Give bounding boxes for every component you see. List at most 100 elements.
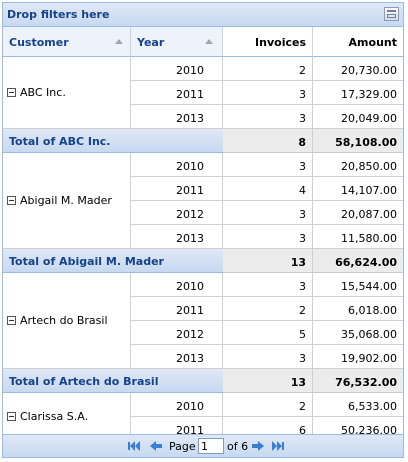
year-value: 2010 bbox=[176, 160, 204, 173]
amount-value: 20,049.00 bbox=[341, 112, 397, 125]
last-page-icon[interactable] bbox=[271, 440, 285, 452]
customer-name: Clarissa S.A. bbox=[20, 410, 89, 423]
customer-name: ABC Inc. bbox=[20, 86, 66, 99]
customer-cell: Abigail M. Mader bbox=[3, 153, 131, 249]
column-header-customer[interactable]: Customer bbox=[3, 27, 131, 57]
previous-page-icon[interactable] bbox=[149, 440, 163, 452]
amount-value: 15,544.00 bbox=[341, 280, 397, 293]
collapse-icon[interactable] bbox=[7, 88, 16, 97]
total-invoices-cell: 13 bbox=[223, 249, 313, 273]
column-header-invoices[interactable]: Invoices bbox=[223, 27, 313, 57]
total-amount-cell: 76,532.00 bbox=[313, 369, 403, 393]
year-value: 2011 bbox=[176, 88, 204, 101]
amount-cell: 11,580.00 bbox=[313, 225, 403, 249]
total-amount-value: 76,532.00 bbox=[335, 376, 397, 389]
year-cell: 2011 bbox=[131, 297, 223, 321]
year-cell: 2010 bbox=[131, 57, 223, 81]
first-page-icon[interactable] bbox=[127, 440, 141, 452]
invoices-cell: 4 bbox=[223, 177, 313, 201]
page-label: Page bbox=[169, 440, 196, 453]
column-header-year[interactable]: Year bbox=[131, 27, 223, 57]
amount-cell: 20,087.00 bbox=[313, 201, 403, 225]
amount-value: 11,580.00 bbox=[341, 232, 397, 245]
year-value: 2010 bbox=[176, 400, 204, 413]
year-value: 2013 bbox=[176, 112, 204, 125]
collapse-icon[interactable] bbox=[7, 412, 16, 421]
amount-value: 20,087.00 bbox=[341, 208, 397, 221]
filter-drop-label: Drop filters here bbox=[7, 8, 110, 21]
invoices-value: 3 bbox=[299, 352, 306, 365]
year-cell: 2012 bbox=[131, 321, 223, 345]
year-value: 2011 bbox=[176, 304, 204, 317]
year-cell: 2011 bbox=[131, 81, 223, 105]
year-cell: 2010 bbox=[131, 153, 223, 177]
year-cell: 2012 bbox=[131, 201, 223, 225]
page-count-label: of 6 bbox=[227, 440, 249, 453]
amount-value: 19,902.00 bbox=[341, 352, 397, 365]
group-total-row: Total of ABC Inc. 8 58,108.00 bbox=[3, 129, 403, 153]
group-total-row: Total of Abigail M. Mader 13 66,624.00 bbox=[3, 249, 403, 273]
pivot-grid: Drop filters here Customer Year Invoices… bbox=[2, 2, 404, 458]
year-value: 2010 bbox=[176, 64, 204, 77]
column-header-amount[interactable]: Amount bbox=[313, 27, 403, 57]
total-amount-value: 66,624.00 bbox=[335, 256, 397, 269]
total-amount-cell: 66,624.00 bbox=[313, 249, 403, 273]
year-cell: 2010 bbox=[131, 273, 223, 297]
total-amount-cell: 58,108.00 bbox=[313, 129, 403, 153]
year-value: 2013 bbox=[176, 352, 204, 365]
group-toggle[interactable]: Clarissa S.A. bbox=[7, 410, 88, 423]
filter-drop-zone[interactable]: Drop filters here bbox=[3, 3, 403, 27]
invoices-cell: 3 bbox=[223, 81, 313, 105]
amount-value: 17,329.00 bbox=[341, 88, 397, 101]
amount-cell: 6,533.00 bbox=[313, 393, 403, 417]
sort-icon[interactable] bbox=[115, 39, 123, 44]
customer-cell: ABC Inc. bbox=[3, 57, 131, 129]
group-total-label-cell: Total of Artech do Brasil bbox=[3, 369, 223, 393]
invoices-value: 2 bbox=[299, 304, 306, 317]
amount-cell: 20,049.00 bbox=[313, 105, 403, 129]
amount-cell: 17,329.00 bbox=[313, 81, 403, 105]
amount-value: 35,068.00 bbox=[341, 328, 397, 341]
year-cell: 2013 bbox=[131, 105, 223, 129]
group-toggle[interactable]: Abigail M. Mader bbox=[7, 194, 112, 207]
customer-name: Abigail M. Mader bbox=[20, 194, 112, 207]
invoices-cell: 3 bbox=[223, 273, 313, 297]
invoices-value: 3 bbox=[299, 208, 306, 221]
sort-icon[interactable] bbox=[205, 39, 213, 44]
year-cell: 2013 bbox=[131, 225, 223, 249]
year-cell: 2011 bbox=[131, 177, 223, 201]
column-header-customer-label: Customer bbox=[9, 36, 69, 49]
total-invoices-value: 8 bbox=[298, 136, 306, 149]
collapse-icon[interactable] bbox=[7, 196, 16, 205]
amount-value: 6,018.00 bbox=[348, 304, 397, 317]
amount-cell: 15,544.00 bbox=[313, 273, 403, 297]
group-total-label-cell: Total of Abigail M. Mader bbox=[3, 249, 223, 273]
group-toggle[interactable]: Artech do Brasil bbox=[7, 314, 108, 327]
page-number-input[interactable] bbox=[198, 438, 224, 454]
invoices-value: 3 bbox=[299, 160, 306, 173]
group-toggle[interactable]: ABC Inc. bbox=[7, 86, 66, 99]
collapse-icon[interactable] bbox=[7, 316, 16, 325]
group-total-label: Total of ABC Inc. bbox=[9, 135, 111, 148]
group-total-label: Total of Artech do Brasil bbox=[9, 375, 159, 388]
total-invoices-cell: 8 bbox=[223, 129, 313, 153]
filter-list-icon[interactable] bbox=[384, 7, 399, 21]
year-cell: 2013 bbox=[131, 345, 223, 369]
invoices-cell: 3 bbox=[223, 201, 313, 225]
group-total-label: Total of Abigail M. Mader bbox=[9, 255, 164, 268]
next-page-icon[interactable] bbox=[251, 440, 265, 452]
year-value: 2012 bbox=[176, 208, 204, 221]
amount-cell: 35,068.00 bbox=[313, 321, 403, 345]
amount-value: 20,730.00 bbox=[341, 64, 397, 77]
invoices-cell: 2 bbox=[223, 393, 313, 417]
total-amount-value: 58,108.00 bbox=[335, 136, 397, 149]
amount-value: 20,850.00 bbox=[341, 160, 397, 173]
total-invoices-value: 13 bbox=[290, 376, 306, 389]
group-total-row: Total of Artech do Brasil 13 76,532.00 bbox=[3, 369, 403, 393]
year-value: 2011 bbox=[176, 184, 204, 197]
year-value: 2012 bbox=[176, 328, 204, 341]
invoices-cell: 3 bbox=[223, 105, 313, 129]
amount-cell: 14,107.00 bbox=[313, 177, 403, 201]
invoices-cell: 3 bbox=[223, 225, 313, 249]
column-header-invoices-label: Invoices bbox=[255, 36, 306, 49]
